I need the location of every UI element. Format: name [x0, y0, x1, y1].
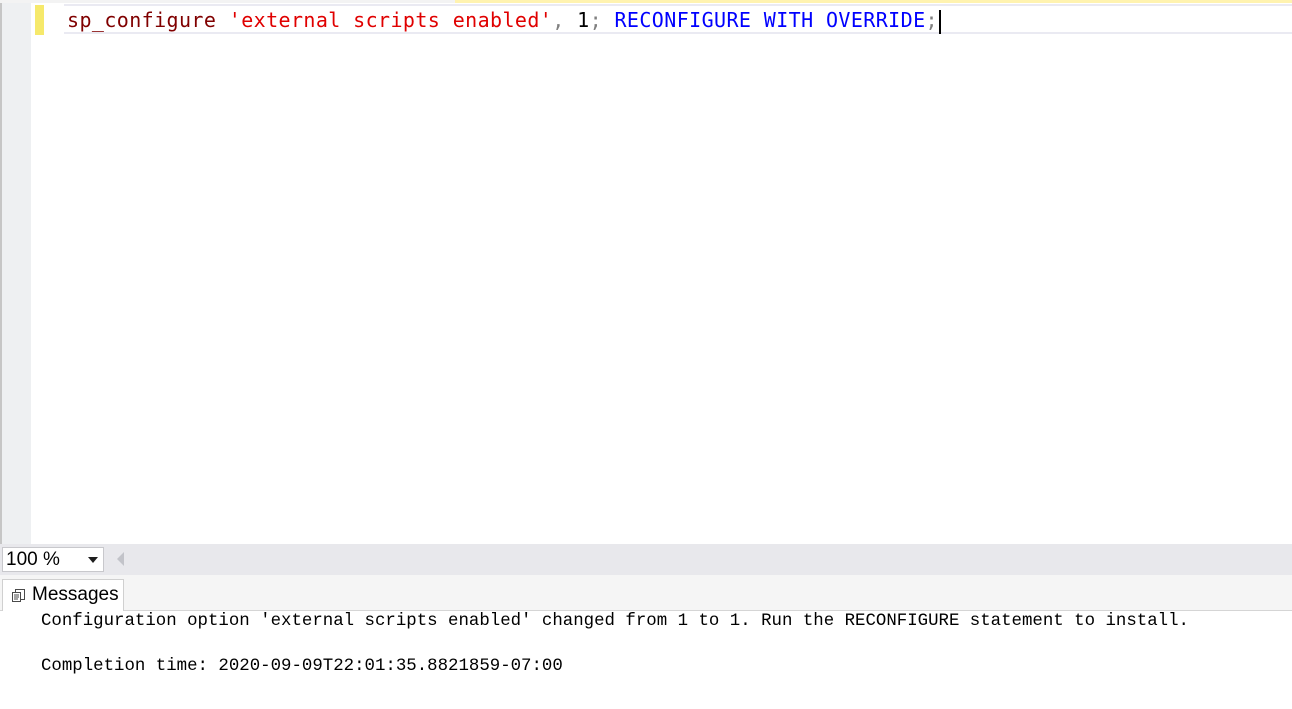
code-token-comma: ,	[552, 8, 565, 32]
completion-time-line: Completion time: 2020-09-09T22:01:35.882…	[41, 657, 563, 676]
zoom-dropdown[interactable]: 100 %	[2, 547, 104, 572]
code-token-string: 'external scripts enabled'	[228, 8, 553, 32]
tab-messages-label: Messages	[32, 584, 119, 605]
code-token-keyword: RECONFIGURE WITH OVERRIDE	[614, 8, 926, 32]
results-tab-strip: Messages	[0, 575, 1292, 611]
message-line: Configuration option 'external scripts e…	[41, 612, 1189, 631]
code-token-semicolon: ;	[925, 8, 938, 32]
messages-icon	[12, 589, 25, 602]
scroll-left-arrow-icon[interactable]	[117, 552, 124, 566]
query-editor[interactable]: sp_configure 'external scripts enabled',…	[0, 0, 1292, 544]
tab-messages[interactable]: Messages	[2, 579, 124, 611]
code-token-number: 1	[577, 8, 590, 32]
zoom-value: 100 %	[6, 549, 60, 570]
editor-status-bar: 100 %	[0, 544, 1292, 575]
text-caret	[938, 9, 941, 34]
code-token-function: sp_configure	[67, 8, 217, 32]
editor-gutter[interactable]	[2, 3, 31, 544]
code-token-semicolon: ;	[589, 8, 603, 32]
change-tracking-bar	[35, 5, 44, 35]
editor-tab-highlight	[455, 0, 1292, 3]
code-line-1[interactable]: sp_configure 'external scripts enabled',…	[67, 6, 941, 34]
results-pane: Messages Configuration option 'external …	[0, 575, 1292, 709]
chevron-down-icon[interactable]	[88, 557, 98, 563]
